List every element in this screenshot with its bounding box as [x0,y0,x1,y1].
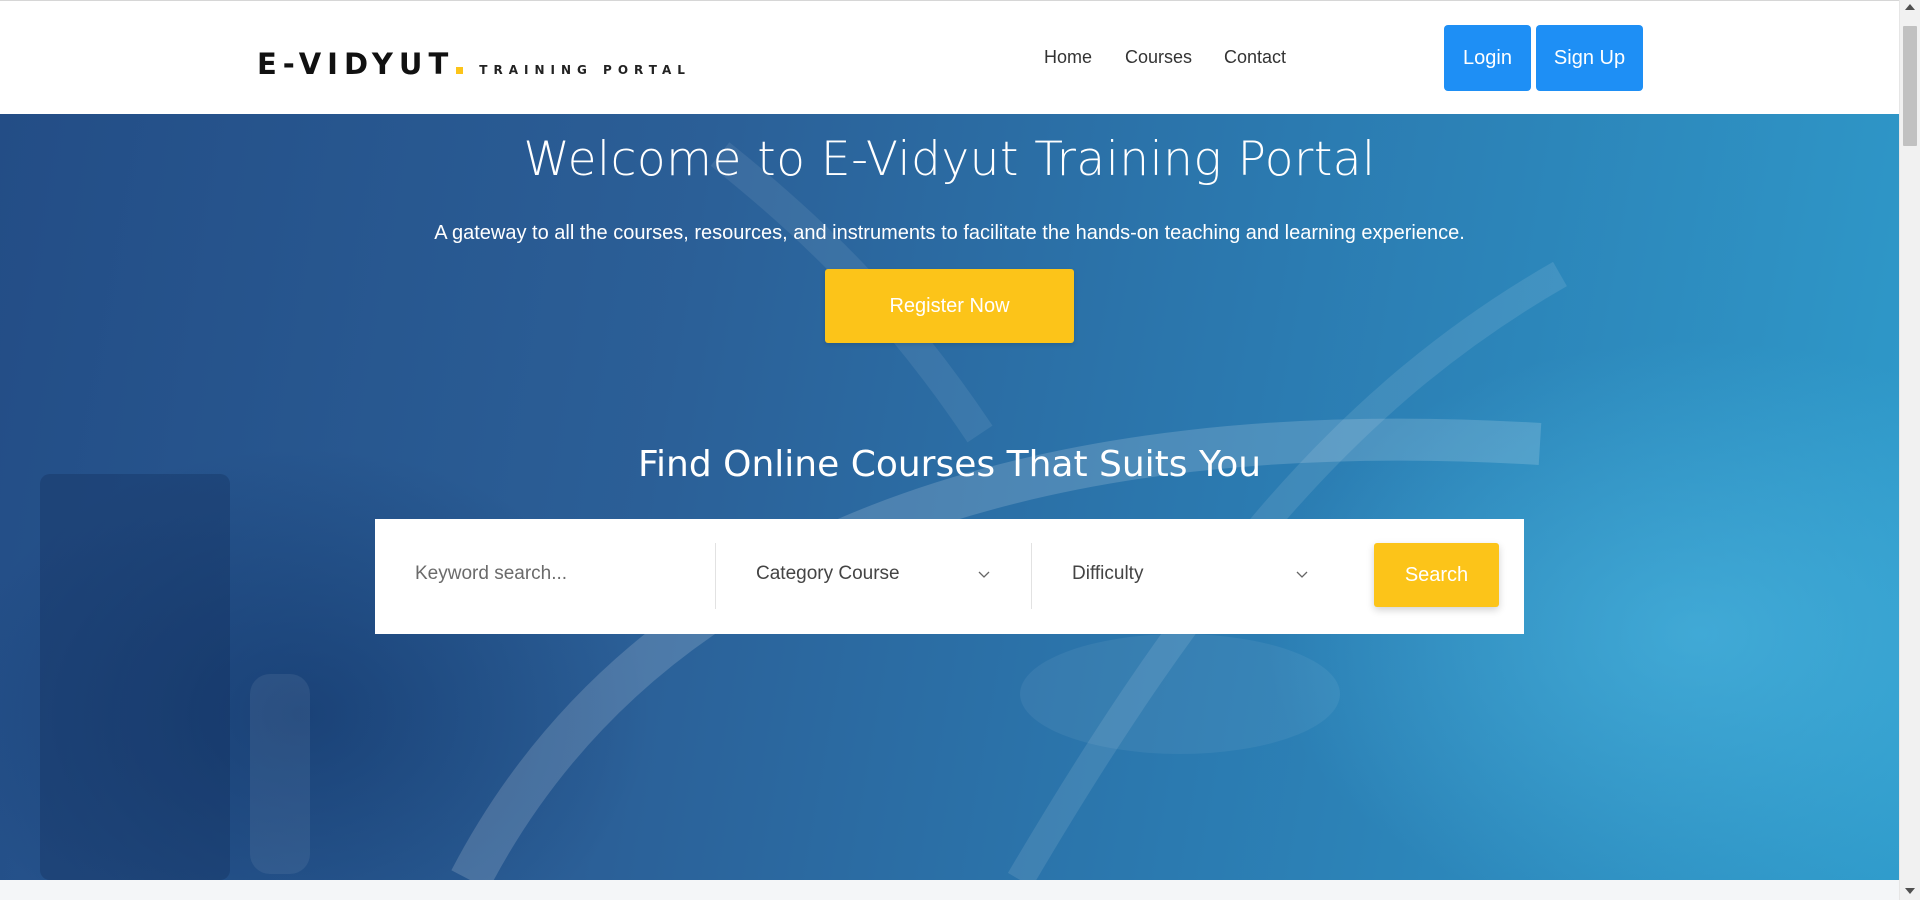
nav-link-contact[interactable]: Contact [1224,47,1286,68]
logo-dot [456,67,464,74]
page: E-VIDYUT TRAINING PORTAL Home Courses Co… [0,0,1920,900]
hero-subtitle: A gateway to all the courses, resources,… [434,222,1465,244]
nav-link-courses[interactable]: Courses [1125,47,1192,68]
logo-tagline: TRAINING PORTAL [479,63,691,77]
chevron-down-icon [1296,571,1308,578]
scroll-up-arrow-icon[interactable] [1905,4,1915,10]
search-button[interactable]: Search [1374,543,1499,607]
register-now-button[interactable]: Register Now [825,269,1074,343]
next-section-edge [0,880,1899,900]
chevron-down-icon [978,571,990,578]
difficulty-select[interactable]: Difficulty [1072,557,1316,591]
search-divider [715,543,716,609]
hero-title: Welcome to E-Vidyut Training Portal [523,132,1376,187]
page-scrollbar[interactable] [1899,0,1920,900]
keyword-search-input[interactable] [415,559,695,589]
scrollbar-thumb[interactable] [1903,26,1917,146]
site-logo[interactable]: E-VIDYUT TRAINING PORTAL [257,47,691,81]
site-header: E-VIDYUT TRAINING PORTAL Home Courses Co… [0,0,1899,114]
login-button[interactable]: Login [1444,25,1531,91]
nav-link-home[interactable]: Home [1044,47,1092,68]
course-search-form: Category Course Difficulty Search [375,519,1524,634]
category-select-label: Category Course [756,563,900,584]
hero-section: Welcome to E-Vidyut Training Portal A ga… [0,114,1899,880]
category-select[interactable]: Category Course [756,557,996,591]
search-divider [1031,543,1032,609]
scroll-down-arrow-icon[interactable] [1905,888,1915,894]
signup-button[interactable]: Sign Up [1536,25,1643,91]
difficulty-select-label: Difficulty [1072,563,1144,584]
course-finder-title: Find Online Courses That Suits You [637,444,1262,485]
logo-wordmark: E-VIDYUT [257,47,455,81]
